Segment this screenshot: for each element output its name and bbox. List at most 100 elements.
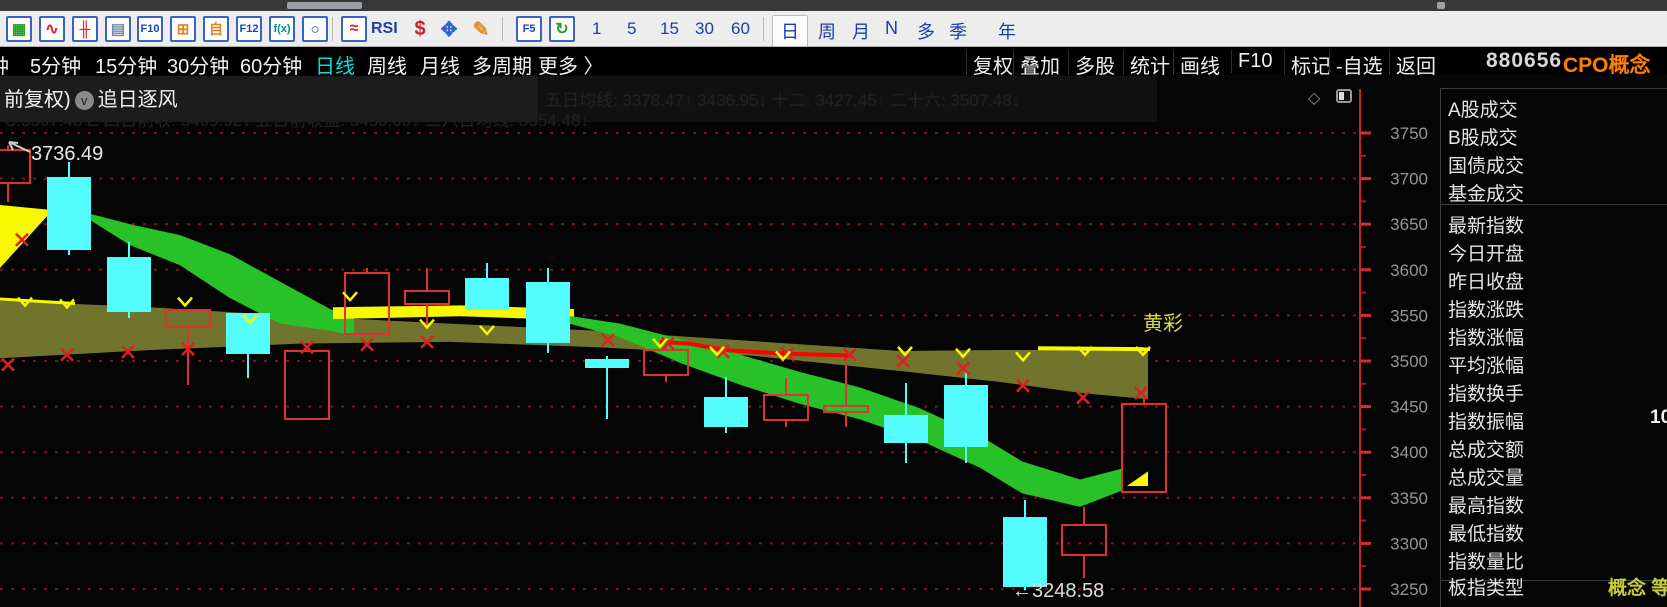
- interval-button-1[interactable]: 1: [592, 19, 601, 39]
- panel-row-label[interactable]: 最高指数: [1448, 491, 1524, 518]
- refresh-icon[interactable]: ↻: [549, 16, 575, 42]
- y-axis-label: 3300: [1390, 534, 1428, 553]
- red-x-marker: [1076, 390, 1090, 405]
- period-tabs-row: 880656 CPO概念 钟5分钟15分钟30分钟60分钟日线周线月线多周期更多…: [0, 47, 1667, 79]
- ma-readout-text: 五日均线: 3378.47↑ 3436.95↓ 十二: 3427.45↑ 二十六…: [545, 91, 1021, 110]
- f5-icon[interactable]: F5: [516, 16, 542, 42]
- y-axis-label: 3250: [1390, 580, 1428, 599]
- adjust-mode-label: 前复权) v 追日逐风: [4, 89, 178, 111]
- pencil-icon[interactable]: ✎: [468, 16, 494, 42]
- red-x-marker: [1, 357, 15, 372]
- adjust-mode-chip[interactable]: 前复权) v 追日逐风: [0, 76, 538, 122]
- trading-app-window: ▦ ∿ ╫ ▤ F10 ⊞ 自 F12 f(x) ○ ≈ RSI $ ✥ ✎ F5 ↻ 1 5 15 30 60 日周月 N 多…: [0, 0, 1667, 607]
- y-axis-label: 3550: [1390, 306, 1428, 325]
- candlestick-chart[interactable]: 3750 3700 3650 3600 3550 3500 3450 3400 3350 3300…: [0, 75, 1667, 607]
- period-button-多[interactable]: 多: [917, 18, 935, 44]
- report-icon[interactable]: ▤: [105, 16, 131, 42]
- high-label: 3736.49: [31, 143, 103, 165]
- yellow-ma-line-right: [1037, 346, 1151, 352]
- candle-body: [0, 148, 31, 184]
- period-button-季[interactable]: 季: [949, 18, 967, 44]
- panel-row-label[interactable]: A股成交: [1448, 95, 1518, 122]
- panel-row-label[interactable]: 板指类型: [1448, 573, 1524, 600]
- toolbar-divider: [332, 17, 333, 41]
- quote-grid-icon[interactable]: ▦: [6, 16, 32, 42]
- panel-row-value: 概念 等: [1608, 578, 1667, 599]
- circle-icon[interactable]: ○: [302, 16, 328, 42]
- interval-button-60[interactable]: 60: [731, 19, 750, 39]
- candle-body: [585, 358, 629, 369]
- period-button-日[interactable]: 日: [772, 15, 808, 47]
- y-axis-label: 3750: [1390, 124, 1428, 143]
- indicator-label: 黄彩: [1143, 312, 1183, 335]
- period-button-年[interactable]: 年: [998, 18, 1016, 44]
- interval-button-30[interactable]: 30: [695, 19, 714, 39]
- y-axis-label: 3700: [1390, 170, 1428, 189]
- chart-header-bar: 五日均线: 3378.47↑ 3436.95↓ 十二: 3427.45↑ 二十六…: [0, 76, 1157, 130]
- candle-body: [526, 282, 570, 344]
- y-axis-label: 3400: [1390, 443, 1428, 462]
- rsi-icon[interactable]: RSI: [371, 16, 398, 42]
- wave-icon[interactable]: ≈: [341, 16, 367, 42]
- panel-row-label[interactable]: 昨日收盘: [1448, 267, 1524, 294]
- y-axis-label: 3650: [1390, 215, 1428, 234]
- candle-body: [1061, 523, 1107, 556]
- panel-row-label[interactable]: 指数换手: [1448, 379, 1524, 406]
- formula-icon[interactable]: f(x): [269, 16, 295, 42]
- candle-body: [1003, 517, 1047, 587]
- panel-divider: [1440, 88, 1441, 607]
- candle-body: [47, 176, 91, 251]
- panel-row-label[interactable]: 最低指数: [1448, 519, 1524, 546]
- y-axis-label: 3450: [1390, 398, 1428, 417]
- period-button-N[interactable]: N: [885, 18, 898, 39]
- titlebar-segment: [1437, 2, 1445, 9]
- tree-icon[interactable]: ⊞: [170, 16, 196, 42]
- titlebar-segment: [287, 2, 362, 9]
- user-badge-icon: v: [74, 91, 94, 111]
- candle-body: [284, 349, 330, 421]
- panel-row-label[interactable]: 指数量比: [1448, 547, 1524, 574]
- panel-row-label[interactable]: 指数涨跌: [1448, 295, 1524, 322]
- panel-row-label[interactable]: 今日开盘: [1448, 239, 1524, 266]
- panel-row-label[interactable]: 总成交量: [1448, 463, 1524, 490]
- candle-body: [704, 397, 748, 428]
- y-axis-label: 3600: [1390, 261, 1428, 280]
- period-button-月[interactable]: 月: [852, 18, 870, 44]
- period-button-周[interactable]: 周: [818, 18, 836, 44]
- panel-row-label[interactable]: 指数振幅: [1448, 407, 1524, 434]
- zixuan-edit-icon[interactable]: 自: [203, 16, 229, 42]
- panel-row-label[interactable]: 最新指数: [1448, 211, 1524, 238]
- f12-icon[interactable]: F12: [236, 16, 262, 42]
- toolbar-divider: [502, 17, 503, 41]
- panel-row-label[interactable]: 总成交额: [1448, 435, 1524, 462]
- stock-code: 880656: [1486, 49, 1563, 72]
- yellow-wedge: [1127, 471, 1148, 486]
- candlestick-icon[interactable]: ╫: [72, 16, 98, 42]
- panel-row-label[interactable]: B股成交: [1448, 123, 1518, 150]
- interval-button-5[interactable]: 5: [627, 19, 636, 39]
- panel-row-label[interactable]: 平均涨幅: [1448, 351, 1524, 378]
- move-icon[interactable]: ✥: [436, 16, 462, 42]
- chart-workspace: 3750 3700 3650 3600 3550 3500 3450 3400 3350 3300…: [0, 75, 1667, 607]
- candle-body: [107, 257, 151, 313]
- interval-button-15[interactable]: 15: [660, 19, 679, 39]
- candle-body: [884, 414, 928, 443]
- panel-row-label[interactable]: 国债成交: [1448, 151, 1524, 178]
- panel-row-value: 10: [1650, 407, 1667, 428]
- line-chart-icon[interactable]: ∿: [39, 16, 65, 42]
- panel-separator: [1440, 88, 1667, 89]
- panel-toggle-icon[interactable]: [1336, 89, 1352, 103]
- panel-row-label[interactable]: 基金成交: [1448, 179, 1524, 206]
- f10-icon[interactable]: F10: [137, 16, 163, 42]
- yellow-check-marker: [177, 296, 193, 308]
- low-label: ←3248.58: [1012, 580, 1104, 602]
- f10-button[interactable]: F10: [1231, 50, 1278, 73]
- candle-body: [944, 384, 988, 448]
- diamond-icon[interactable]: ◇: [1308, 88, 1320, 108]
- toolbar-divider: [763, 17, 764, 41]
- panel-row-label[interactable]: 指数涨幅: [1448, 323, 1524, 350]
- dollar-icon[interactable]: $: [407, 16, 433, 42]
- title-strip: [0, 0, 1667, 11]
- main-toolbar: ▦ ∿ ╫ ▤ F10 ⊞ 自 F12 f(x) ○ ≈ RSI $ ✥ ✎ F5 ↻ 1 5 15 30 60 日周月 N 多…: [0, 11, 1667, 47]
- y-axis-label: 3500: [1390, 352, 1428, 371]
